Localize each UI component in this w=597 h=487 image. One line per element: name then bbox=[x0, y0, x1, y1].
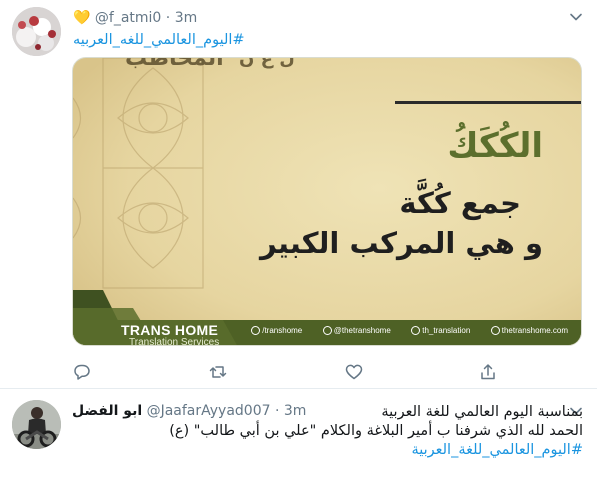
social-facebook-text: /transhome bbox=[262, 326, 303, 335]
like-icon[interactable] bbox=[344, 362, 364, 382]
separator: · bbox=[165, 10, 171, 26]
twitter-icon bbox=[322, 326, 332, 336]
media-top-text: المخاطب bbox=[125, 57, 224, 71]
tweet-media-image[interactable]: المخاطب ل ع ن الكُكَكُ جمع كُكَّة و هي ا… bbox=[72, 57, 582, 346]
instagram-icon bbox=[411, 326, 421, 336]
social-links-bar: /transhome @thetranshome th_translation … bbox=[251, 326, 569, 336]
brand-subtitle: Translation Services bbox=[129, 337, 220, 346]
hashtag-link[interactable]: #اليوم_العالمي_للغة_العربية bbox=[63, 441, 583, 460]
social-twitter-text: @thetranshome bbox=[333, 326, 391, 335]
avatar-rider-image bbox=[12, 400, 61, 449]
tweet-header: 💛 @f_atmi0 · 3m bbox=[73, 9, 197, 27]
avatar[interactable] bbox=[12, 400, 61, 449]
globe-icon bbox=[490, 326, 500, 336]
social-instagram-text: th_translation bbox=[422, 326, 471, 335]
media-top-text-small: ل ع ن bbox=[239, 57, 295, 69]
reply-icon[interactable] bbox=[72, 362, 92, 382]
social-website-text: thetranshome.com bbox=[501, 326, 569, 335]
tweet-actions bbox=[72, 362, 512, 382]
avatar[interactable] bbox=[12, 7, 61, 56]
media-line-2: و هي المركب الكبير bbox=[259, 226, 543, 260]
retweet-icon[interactable] bbox=[208, 362, 228, 382]
facebook-icon bbox=[251, 326, 260, 336]
heart-emoji: 💛 bbox=[73, 10, 91, 26]
media-line-1: جمع كُكَّة bbox=[399, 186, 521, 220]
tweet[interactable]: ابو الفضل @JaafarAyyad007 · 3m بمناسبة ا… bbox=[0, 390, 597, 487]
media-heading: الكُكَكُ bbox=[447, 126, 543, 166]
tweet[interactable]: 💛 @f_atmi0 · 3m #اليوم_العالمي_للغه_العر… bbox=[0, 0, 597, 389]
avatar-flowers-image bbox=[12, 7, 61, 56]
brand-name: TRANS HOME bbox=[121, 322, 219, 338]
username-handle[interactable]: @f_atmi0 bbox=[95, 10, 161, 26]
chevron-down-icon[interactable] bbox=[569, 10, 583, 24]
share-icon[interactable] bbox=[478, 362, 498, 382]
tweet-text-line: الحمد لله الذي شرفنا ب أمير البلاغة والك… bbox=[169, 423, 583, 439]
tweet-text-line: بمناسبة اليوم العالمي للغة العربية bbox=[381, 404, 583, 420]
hashtag-link[interactable]: #اليوم_العالمي_للغه_العربيه bbox=[73, 30, 245, 50]
tweet-time[interactable]: 3m bbox=[175, 10, 198, 26]
tweet-text: بمناسبة اليوم العالمي للغة العربية الحمد… bbox=[63, 403, 583, 460]
